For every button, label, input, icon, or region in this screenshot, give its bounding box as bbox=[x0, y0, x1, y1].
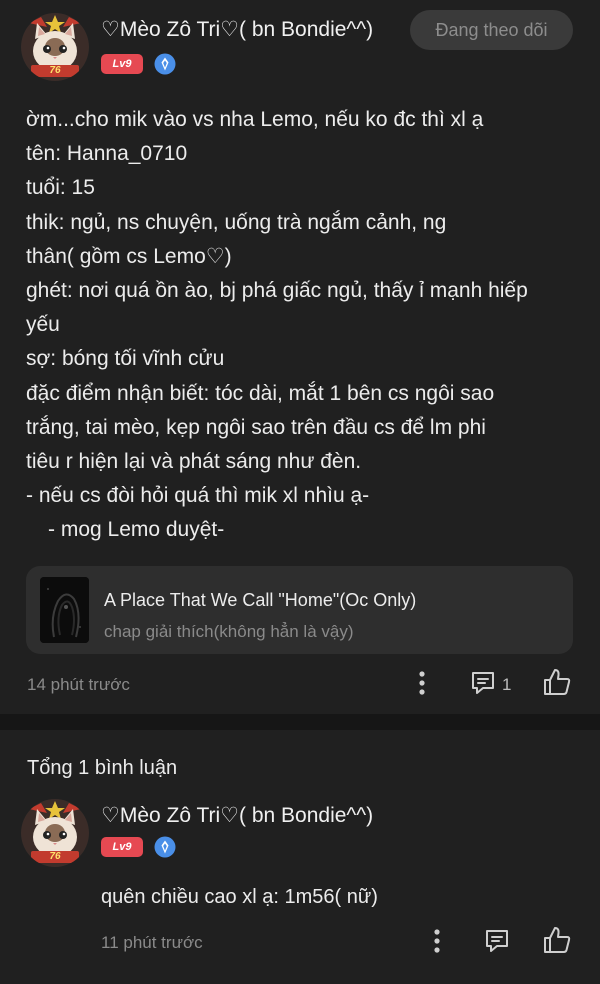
more-vertical-icon[interactable] bbox=[417, 670, 427, 696]
avatar-frame-number: 76 bbox=[49, 65, 61, 76]
verified-badge-icon bbox=[154, 836, 176, 858]
post-author-avatar[interactable]: 76 bbox=[21, 13, 89, 81]
shared-story-card[interactable]: A Place That We Call "Home"(Oc Only) cha… bbox=[26, 566, 573, 654]
level-badge: Lv9 bbox=[101, 54, 143, 74]
thumbs-up-icon[interactable] bbox=[542, 667, 572, 697]
thumbs-up-icon[interactable] bbox=[542, 925, 572, 955]
story-title: A Place That We Call "Home"(Oc Only) bbox=[104, 590, 417, 610]
post-line: thân( gồm cs Lemo♡) bbox=[26, 244, 232, 268]
verified-badge-icon bbox=[154, 53, 176, 75]
comment-text: quên chiều cao xl ạ: 1m56( nữ) bbox=[101, 886, 378, 908]
comment-author-avatar[interactable]: 76 bbox=[21, 799, 89, 867]
story-subtitle: chap giải thích(không hẳn là vậy) bbox=[104, 622, 354, 641]
post-author-name[interactable]: ♡Mèo Zô Tri♡( bn Bondie^^) bbox=[101, 17, 373, 42]
avatar-frame-number: 76 bbox=[49, 851, 61, 862]
post-line: ờm...cho mik vào vs nha Lemo, nếu ko đc … bbox=[26, 108, 484, 131]
post-line: - nếu cs đòi hỏi quá thì mik xl nhìu ạ- bbox=[26, 484, 370, 508]
post-line: trắng, tai mèo, kẹp ngôi sao trên đầu cs… bbox=[26, 415, 486, 439]
section-divider bbox=[0, 714, 600, 730]
story-cover-thumbnail bbox=[40, 577, 89, 643]
post-line: yếu bbox=[26, 313, 60, 337]
post-body: ờm...cho mik vào vs nha Lemo, nếu ko đc … bbox=[26, 103, 586, 548]
comment-icon[interactable] bbox=[469, 669, 497, 697]
total-comments-label: Tổng 1 bình luận bbox=[27, 757, 178, 779]
reply-icon[interactable] bbox=[483, 927, 511, 955]
more-vertical-icon[interactable] bbox=[432, 928, 442, 954]
post-line: đặc điểm nhận biết: tóc dài, mắt 1 bên c… bbox=[26, 381, 495, 405]
post-line: thik: ngủ, ns chuyện, uống trà ngắm cảnh… bbox=[26, 210, 447, 234]
post-line: tuổi: 15 bbox=[26, 176, 95, 200]
following-button[interactable]: Đang theo dõi bbox=[410, 10, 573, 50]
comment-timestamp: 11 phút trước bbox=[101, 933, 203, 952]
comment-author-name[interactable]: ♡Mèo Zô Tri♡( bn Bondie^^) bbox=[101, 803, 373, 828]
post-line: tiêu r hiện lại và phát sáng như đèn. bbox=[26, 450, 362, 474]
comment-count: 1 bbox=[502, 675, 512, 694]
level-badge: Lv9 bbox=[101, 837, 143, 857]
post-line: tên: Hanna_0710 bbox=[26, 142, 188, 166]
post-line: sợ: bóng tối vĩnh cửu bbox=[26, 347, 225, 371]
post-line: - mog Lemo duyệt- bbox=[48, 518, 225, 542]
post-line: ghét: nơi quá ồn ào, bj phá giấc ngủ, th… bbox=[26, 279, 528, 303]
post-timestamp: 14 phút trước bbox=[27, 675, 130, 694]
